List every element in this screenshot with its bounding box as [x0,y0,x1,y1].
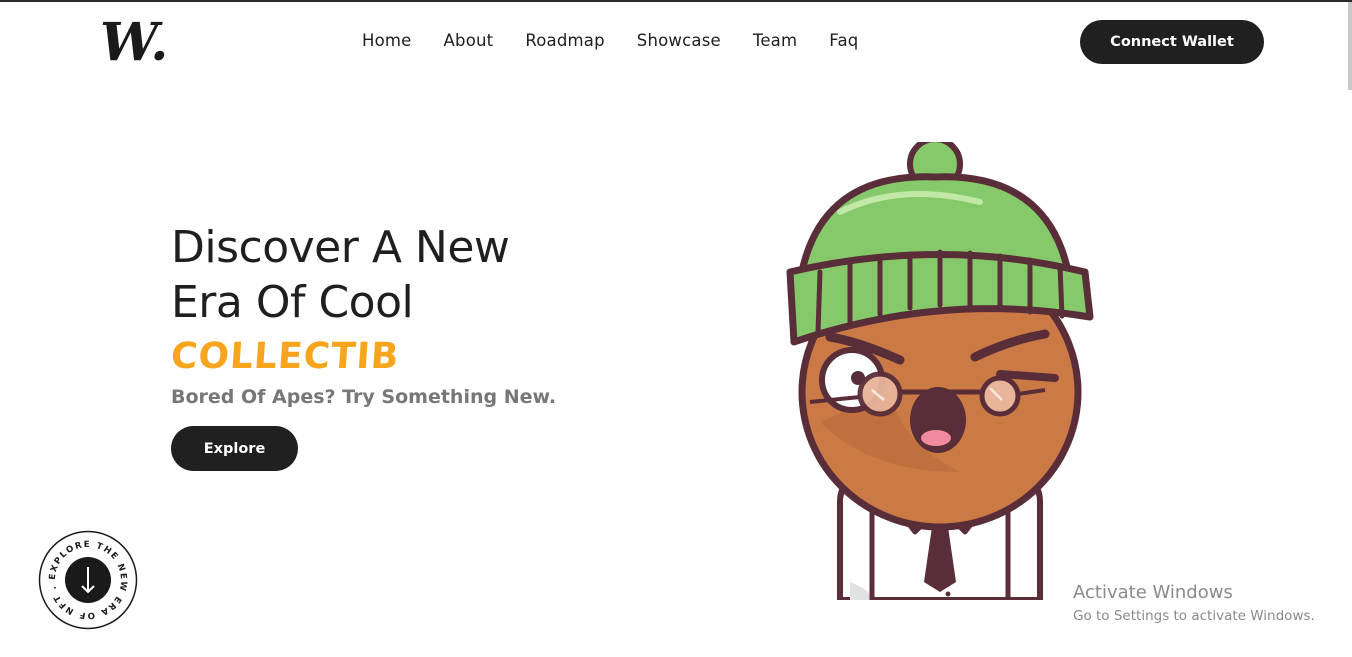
hero-title-line2: Era Of Cool [171,277,414,328]
hero-subtitle: Bored Of Apes? Try Something New. [171,386,557,408]
hero-title-line1: Discover A New [171,222,510,273]
w-logo-icon[interactable]: W. [100,16,170,68]
nft-character-illustration [786,142,1094,600]
watermark-subtitle: Go to Settings to activate Windows. [1073,608,1315,624]
nav-home[interactable]: Home [362,31,412,50]
nav-faq[interactable]: Faq [829,31,858,50]
connect-wallet-button[interactable]: Connect Wallet [1080,20,1264,64]
activate-windows-watermark: Activate Windows Go to Settings to activ… [1073,582,1315,624]
main-nav: Home About Roadmap Showcase Team Faq [362,31,890,50]
scrollbar[interactable] [1348,2,1352,90]
arrow-down-icon [65,557,111,603]
nav-about[interactable]: About [444,31,494,50]
nav-team[interactable]: Team [753,31,797,50]
hero-highlight: COLLECTIB [169,336,401,377]
explore-badge[interactable]: EXPLORE THE NEW ERA OF NFT . [38,530,138,630]
hero-title: Discover A New Era Of Cool [171,220,591,330]
nav-roadmap[interactable]: Roadmap [525,31,604,50]
logo-text: W. [100,16,168,68]
watermark-title: Activate Windows [1073,582,1233,603]
nav-showcase[interactable]: Showcase [637,31,721,50]
explore-button[interactable]: Explore [171,426,298,471]
